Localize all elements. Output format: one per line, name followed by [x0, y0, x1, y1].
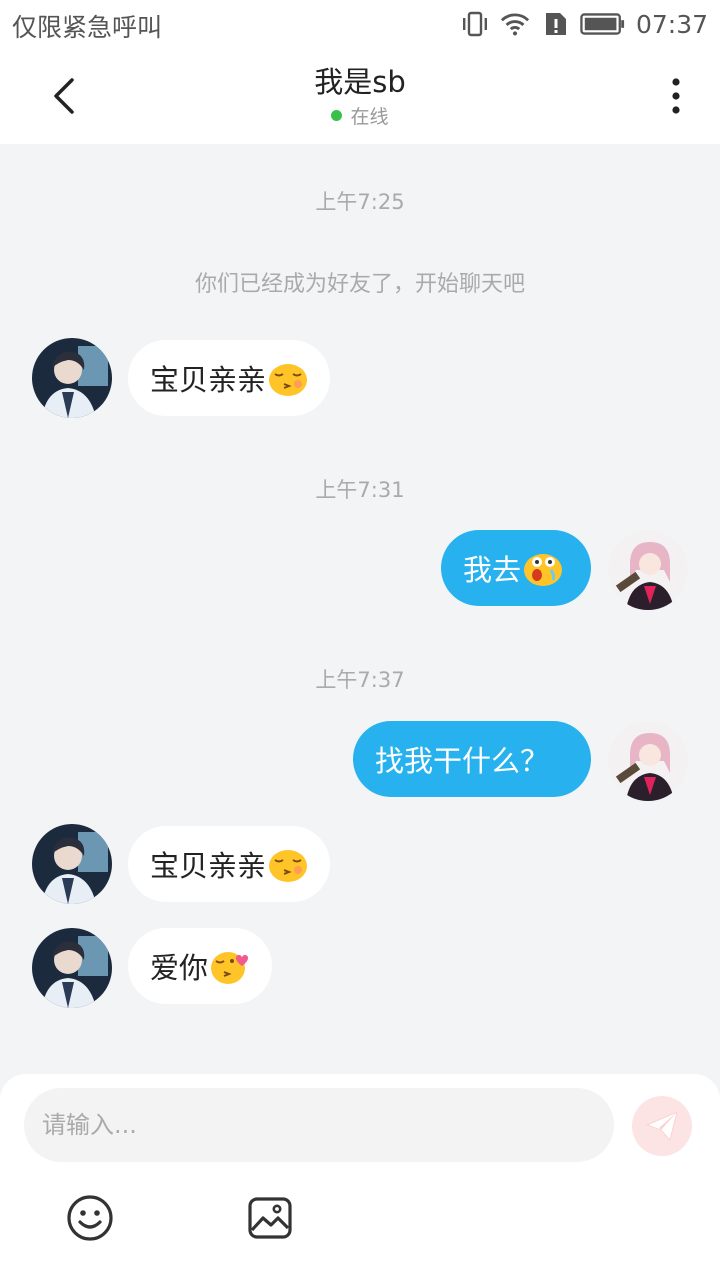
message-input[interactable]: [24, 1088, 614, 1162]
more-options-icon[interactable]: [668, 76, 684, 116]
sim-alert-icon: [545, 13, 566, 35]
chat-header: 我是sb 在线: [0, 48, 720, 144]
message-bubble[interactable]: 宝贝亲亲: [128, 340, 331, 416]
system-message: 你们已经成为好友了，开始聊天吧: [194, 272, 525, 297]
kiss-emoji-icon: [269, 364, 308, 396]
message-bubble[interactable]: 我去: [441, 530, 591, 606]
image-picker-icon[interactable]: [246, 1194, 294, 1242]
vibrate-icon: [462, 11, 487, 37]
message-text: 我去: [463, 553, 522, 587]
status-icons: 07:37: [460, 8, 708, 40]
my-avatar[interactable]: [608, 721, 688, 801]
contact-avatar[interactable]: [32, 928, 112, 1008]
carrier-label: 仅限紧急呼叫: [12, 13, 163, 42]
battery-icon: [580, 13, 625, 35]
message-text: 宝贝亲亲: [150, 849, 267, 883]
message-bubble[interactable]: 找我干什么？: [353, 721, 591, 797]
send-button[interactable]: [632, 1096, 692, 1156]
message-list[interactable]: 上午7:25 你们已经成为好友了，开始聊天吧 宝贝亲亲 上午7:31 我去 上午…: [0, 144, 720, 1074]
contact-name: 我是sb: [314, 65, 406, 99]
title-block: 我是sb 在线: [0, 64, 720, 129]
timestamp: 上午7:25: [315, 190, 405, 214]
clock: 07:37: [635, 9, 708, 39]
message-bubble[interactable]: 爱你: [128, 928, 273, 1004]
send-paper-plane-icon: [645, 1111, 678, 1142]
timestamp: 上午7:37: [315, 668, 405, 692]
online-dot-icon: [331, 110, 343, 121]
contact-avatar[interactable]: [32, 824, 112, 904]
kiss-emoji-icon: [269, 850, 308, 882]
composer-panel: [0, 1074, 720, 1280]
wifi-icon: [500, 13, 530, 36]
my-avatar[interactable]: [608, 530, 688, 610]
message-text: 爱你: [150, 951, 209, 985]
kiss-heart-emoji-icon: [211, 952, 249, 984]
status-bar: 仅限紧急呼叫 07:37: [0, 0, 720, 48]
message-text: 宝贝亲亲: [150, 363, 267, 397]
message-text: 找我干什么？: [375, 744, 550, 778]
timestamp: 上午7:31: [315, 478, 405, 502]
shocked-emoji-icon: [524, 554, 563, 586]
contact-avatar[interactable]: [32, 338, 112, 418]
presence-label: 在线: [350, 106, 389, 128]
emoji-picker-icon[interactable]: [66, 1194, 114, 1242]
presence-status: 在线: [331, 102, 389, 129]
message-bubble[interactable]: 宝贝亲亲: [128, 826, 331, 902]
